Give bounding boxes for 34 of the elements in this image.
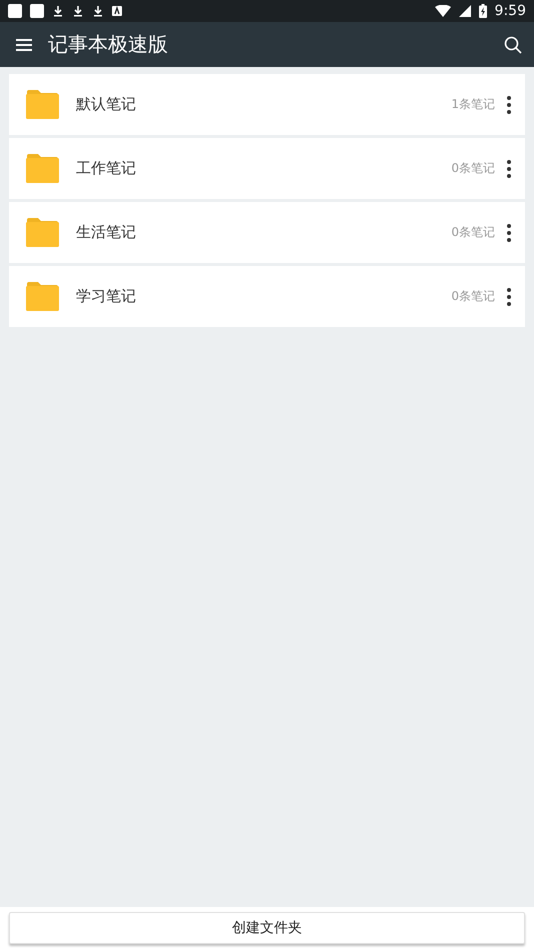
folder-icon <box>26 218 59 247</box>
status-time: 9:59 <box>494 3 526 19</box>
download-icon <box>52 5 64 17</box>
notification-icon <box>112 6 122 16</box>
menu-icon[interactable] <box>16 38 32 50</box>
folder-item[interactable]: 学习笔记 0条笔记 <box>9 266 525 327</box>
folder-icon <box>26 282 59 311</box>
more-icon[interactable] <box>507 224 511 242</box>
more-icon[interactable] <box>507 160 511 178</box>
download-icon <box>72 5 84 17</box>
folder-name: 默认笔记 <box>76 95 137 114</box>
note-count: 0条笔记 <box>451 224 495 241</box>
download-icon <box>92 5 104 17</box>
folder-icon <box>26 154 59 183</box>
more-icon[interactable] <box>507 288 511 306</box>
folder-item[interactable]: 生活笔记 0条笔记 <box>9 202 525 263</box>
more-icon[interactable] <box>507 96 511 114</box>
signal-icon <box>458 5 471 17</box>
notification-icon <box>8 4 22 18</box>
wifi-icon <box>434 5 451 17</box>
search-icon[interactable] <box>504 36 522 54</box>
folder-icon <box>26 90 59 119</box>
folder-name: 生活笔记 <box>76 223 137 242</box>
folder-name: 学习笔记 <box>76 287 137 306</box>
app-title: 记事本极速版 <box>48 31 169 58</box>
note-count: 0条笔记 <box>451 288 495 305</box>
folder-name: 工作笔记 <box>76 159 137 178</box>
create-folder-button[interactable]: 创建文件夹 <box>9 912 525 944</box>
note-count: 0条笔记 <box>451 160 495 177</box>
battery-icon <box>478 4 487 18</box>
folder-item[interactable]: 默认笔记 1条笔记 <box>9 74 525 135</box>
folder-item[interactable]: 工作笔记 0条笔记 <box>9 138 525 199</box>
note-count: 1条笔记 <box>451 96 495 113</box>
notification-icon <box>30 4 44 18</box>
